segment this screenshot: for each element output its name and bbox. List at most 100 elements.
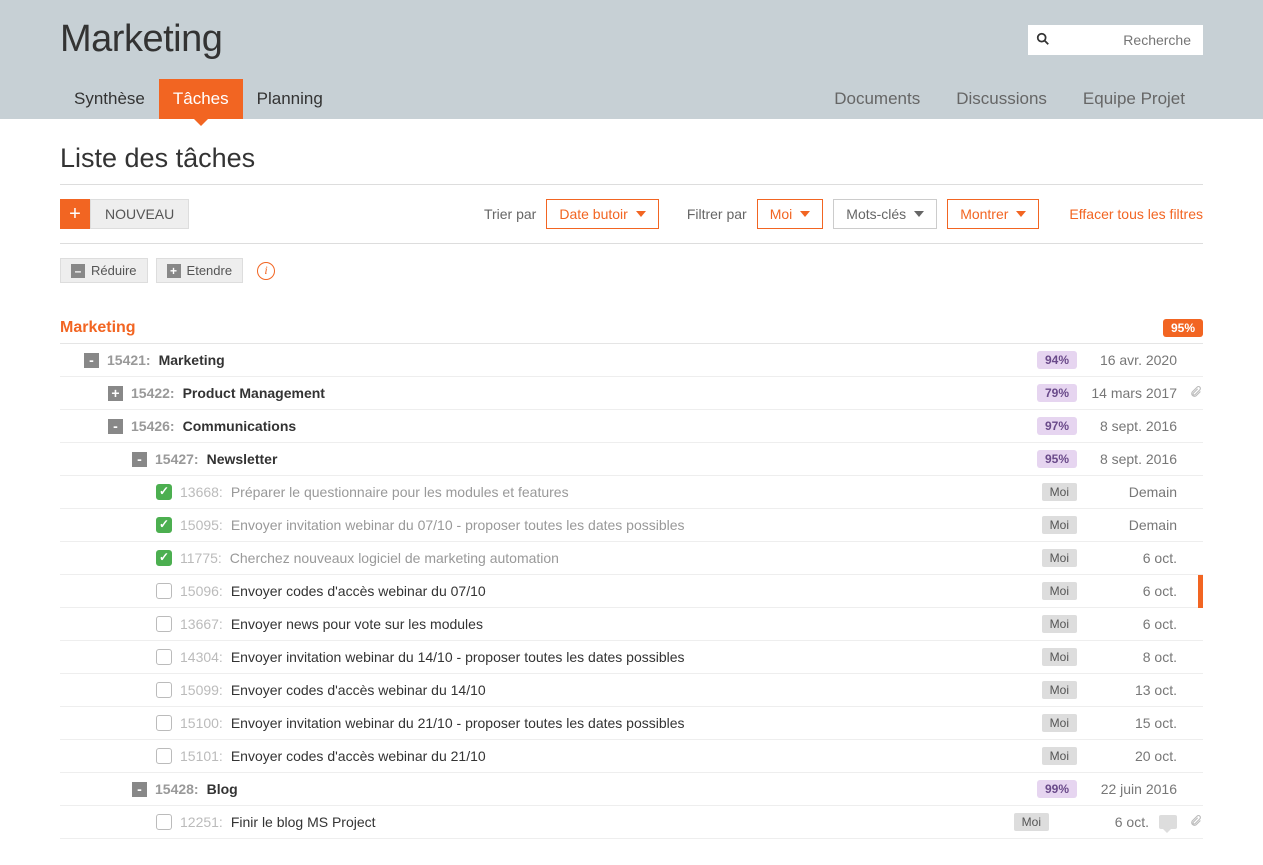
toggle-icon[interactable]: - (108, 419, 123, 434)
group-row[interactable]: -15426: Communications97%8 sept. 2016 (60, 410, 1203, 443)
root-title: Marketing (60, 319, 136, 337)
attachment-icon[interactable] (1187, 385, 1203, 402)
filter-label: Filtrer par (687, 206, 747, 222)
task-id: 13668: (180, 484, 223, 500)
tab-planning[interactable]: Planning (243, 79, 337, 119)
date: 16 avr. 2020 (1087, 352, 1177, 368)
clear-filters-link[interactable]: Effacer tous les filtres (1069, 206, 1203, 222)
group-name: Newsletter (207, 451, 278, 467)
new-button[interactable]: NOUVEAU (90, 199, 189, 229)
collapse-label: Réduire (91, 263, 137, 278)
search-icon (1036, 32, 1050, 49)
toggle-icon[interactable]: + (108, 386, 123, 401)
page-title: Marketing (60, 18, 222, 61)
date: 6 oct. (1087, 550, 1177, 566)
toggle-icon[interactable]: - (132, 782, 147, 797)
task-checkbox[interactable] (156, 484, 172, 500)
group-id: 15426: (131, 418, 175, 434)
show-select[interactable]: Montrer (947, 199, 1039, 229)
task-title: Envoyer codes d'accès webinar du 21/10 (231, 748, 486, 764)
root-row[interactable]: Marketing 95% (60, 313, 1203, 344)
task-row[interactable]: 13667: Envoyer news pour vote sur les mo… (60, 608, 1203, 641)
group-row[interactable]: -15427: Newsletter95%8 sept. 2016 (60, 443, 1203, 476)
task-checkbox[interactable] (156, 583, 172, 599)
task-row[interactable]: 15099: Envoyer codes d'accès webinar du … (60, 674, 1203, 707)
group-row[interactable]: -15421: Marketing 94% 16 avr. 2020 (60, 344, 1203, 377)
task-id: 15095: (180, 517, 223, 533)
date: 8 sept. 2016 (1087, 418, 1177, 434)
task-checkbox[interactable] (156, 616, 172, 632)
task-checkbox[interactable] (156, 748, 172, 764)
task-row[interactable]: 15096: Envoyer codes d'accès webinar du … (60, 575, 1203, 608)
task-id: 15101: (180, 748, 223, 764)
section-title: Liste des tâches (60, 143, 1203, 185)
group-id: 15421: (107, 352, 151, 368)
info-icon[interactable]: i (257, 262, 275, 280)
chevron-down-icon (1016, 211, 1026, 217)
task-id: 15100: (180, 715, 223, 731)
task-row[interactable]: 13668: Préparer le questionnaire pour le… (60, 476, 1203, 509)
show-value: Montrer (960, 206, 1008, 222)
group-name: Blog (207, 781, 238, 797)
task-checkbox[interactable] (156, 550, 172, 566)
toggle-icon[interactable]: - (84, 353, 99, 368)
date: 6 oct. (1087, 583, 1177, 599)
new-button-plus-icon[interactable]: + (60, 199, 90, 229)
task-title: Préparer le questionnaire pour les modul… (231, 484, 569, 500)
group-row[interactable]: - 15428: Blog 99% 22 juin 2016 (60, 773, 1203, 806)
assignee-tag: Moi (1042, 516, 1077, 534)
task-row[interactable]: 12251: Finir le blog MS Project Moi 6 oc… (60, 806, 1203, 839)
group-name: Marketing (159, 352, 225, 368)
task-id: 13667: (180, 616, 223, 632)
task-row[interactable]: 15095: Envoyer invitation webinar du 07/… (60, 509, 1203, 542)
comment-icon[interactable] (1159, 815, 1177, 829)
task-checkbox[interactable] (156, 517, 172, 533)
group-id: 15428: (155, 781, 199, 797)
task-row[interactable]: 14304: Envoyer invitation webinar du 14/… (60, 641, 1203, 674)
root-pct-badge: 95% (1163, 319, 1203, 337)
toggle-icon[interactable]: - (132, 452, 147, 467)
task-row[interactable]: 15100: Envoyer invitation webinar du 21/… (60, 707, 1203, 740)
filter-select[interactable]: Moi (757, 199, 824, 229)
assignee-tag: Moi (1042, 549, 1077, 567)
pct-badge: 94% (1037, 351, 1077, 369)
nav-discussions[interactable]: Discussions (938, 79, 1065, 119)
pct-badge: 79% (1037, 384, 1077, 402)
task-title: Cherchez nouveaux logiciel de marketing … (230, 550, 559, 566)
task-row[interactable]: 15101: Envoyer codes d'accès webinar du … (60, 740, 1203, 773)
pct-badge: 99% (1037, 780, 1077, 798)
chevron-down-icon (800, 211, 810, 217)
date: 13 oct. (1087, 682, 1177, 698)
search-box[interactable] (1028, 25, 1203, 55)
task-id: 15099: (180, 682, 223, 698)
task-title: Envoyer codes d'accès webinar du 14/10 (231, 682, 486, 698)
attachment-icon[interactable] (1187, 814, 1203, 831)
date: 20 oct. (1087, 748, 1177, 764)
assignee-tag: Moi (1042, 747, 1077, 765)
task-checkbox[interactable] (156, 715, 172, 731)
expand-all-button[interactable]: + Etendre (156, 258, 244, 283)
search-input[interactable] (1028, 25, 1203, 55)
task-id: 12251: (180, 814, 223, 830)
pct-badge: 95% (1037, 450, 1077, 468)
sort-select[interactable]: Date butoir (546, 199, 658, 229)
chevron-down-icon (914, 211, 924, 217)
task-id: 11775: (180, 550, 222, 566)
tab-taches[interactable]: Tâches (159, 79, 243, 119)
tab-synthese[interactable]: Synthèse (60, 79, 159, 119)
task-title: Finir le blog MS Project (231, 814, 376, 830)
group-row[interactable]: +15422: Product Management79%14 mars 201… (60, 377, 1203, 410)
nav-equipe[interactable]: Equipe Projet (1065, 79, 1203, 119)
task-checkbox[interactable] (156, 814, 172, 830)
keywords-select[interactable]: Mots-clés (833, 199, 937, 229)
date: Demain (1087, 517, 1177, 533)
task-checkbox[interactable] (156, 649, 172, 665)
sort-value: Date butoir (559, 206, 627, 222)
plus-icon: + (167, 264, 181, 278)
pct-badge: 97% (1037, 417, 1077, 435)
task-row[interactable]: 11775: Cherchez nouveaux logiciel de mar… (60, 542, 1203, 575)
task-checkbox[interactable] (156, 682, 172, 698)
expand-label: Etendre (187, 263, 233, 278)
nav-documents[interactable]: Documents (816, 79, 938, 119)
collapse-all-button[interactable]: – Réduire (60, 258, 148, 283)
